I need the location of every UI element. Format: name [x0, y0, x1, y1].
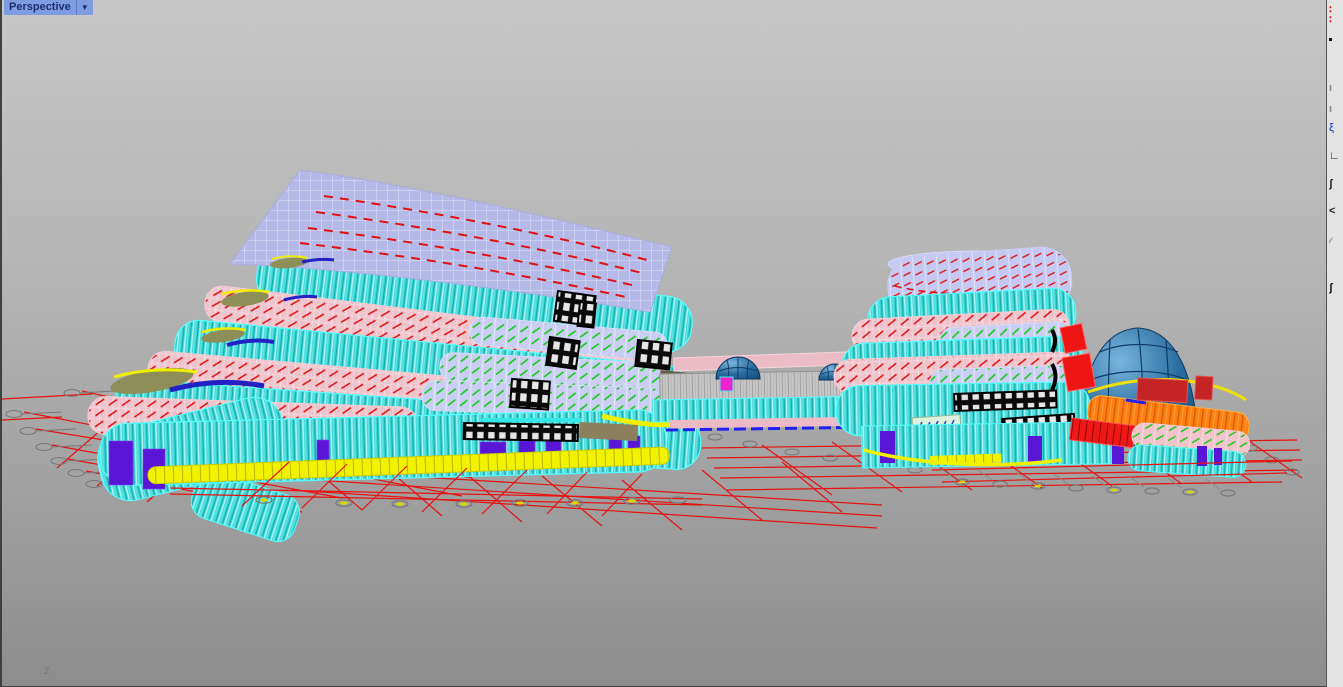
viewport-dropdown-icon[interactable]: ▼	[77, 3, 93, 12]
pen-icon[interactable]: ʃ	[1329, 282, 1343, 296]
building-right[interactable]	[833, 245, 1250, 478]
perspective-viewport[interactable]: Perspective ▼ ,z	[0, 0, 1326, 687]
world-axis-indicator: ,z	[40, 663, 50, 677]
magenta-box-connector	[720, 377, 733, 391]
red-dash-icon[interactable]: ∶	[1329, 14, 1343, 28]
tick2-icon[interactable]: ı	[1329, 103, 1343, 117]
tick-icon[interactable]: ı	[1329, 82, 1343, 96]
axis-tick: ,	[40, 666, 43, 677]
angle-icon[interactable]: <	[1329, 205, 1343, 219]
right-toolbar[interactable]: ∶ ∶ ı ı ξ ∟ ʃ < ⁄ ʃ	[1326, 0, 1343, 687]
axis-z-label: z	[44, 663, 50, 677]
hook-icon[interactable]: ʃ	[1329, 178, 1343, 192]
model-canvas[interactable]	[2, 0, 1328, 687]
blue-scroll-icon[interactable]: ξ	[1329, 122, 1343, 136]
viewport-title-text[interactable]: Perspective	[4, 1, 76, 14]
application-window: Perspective ▼ ,z ∶ ∶ ı ı ξ ∟ ʃ < ⁄ ʃ	[0, 0, 1343, 687]
slash-icon[interactable]: ⁄	[1329, 236, 1343, 250]
viewport-title[interactable]: Perspective ▼	[4, 0, 93, 15]
building-left[interactable]	[87, 170, 710, 546]
corner-icon[interactable]: ∟	[1329, 150, 1343, 164]
green-curve-icon[interactable]	[1329, 38, 1343, 52]
crimson-slabs[interactable]	[1137, 376, 1213, 403]
